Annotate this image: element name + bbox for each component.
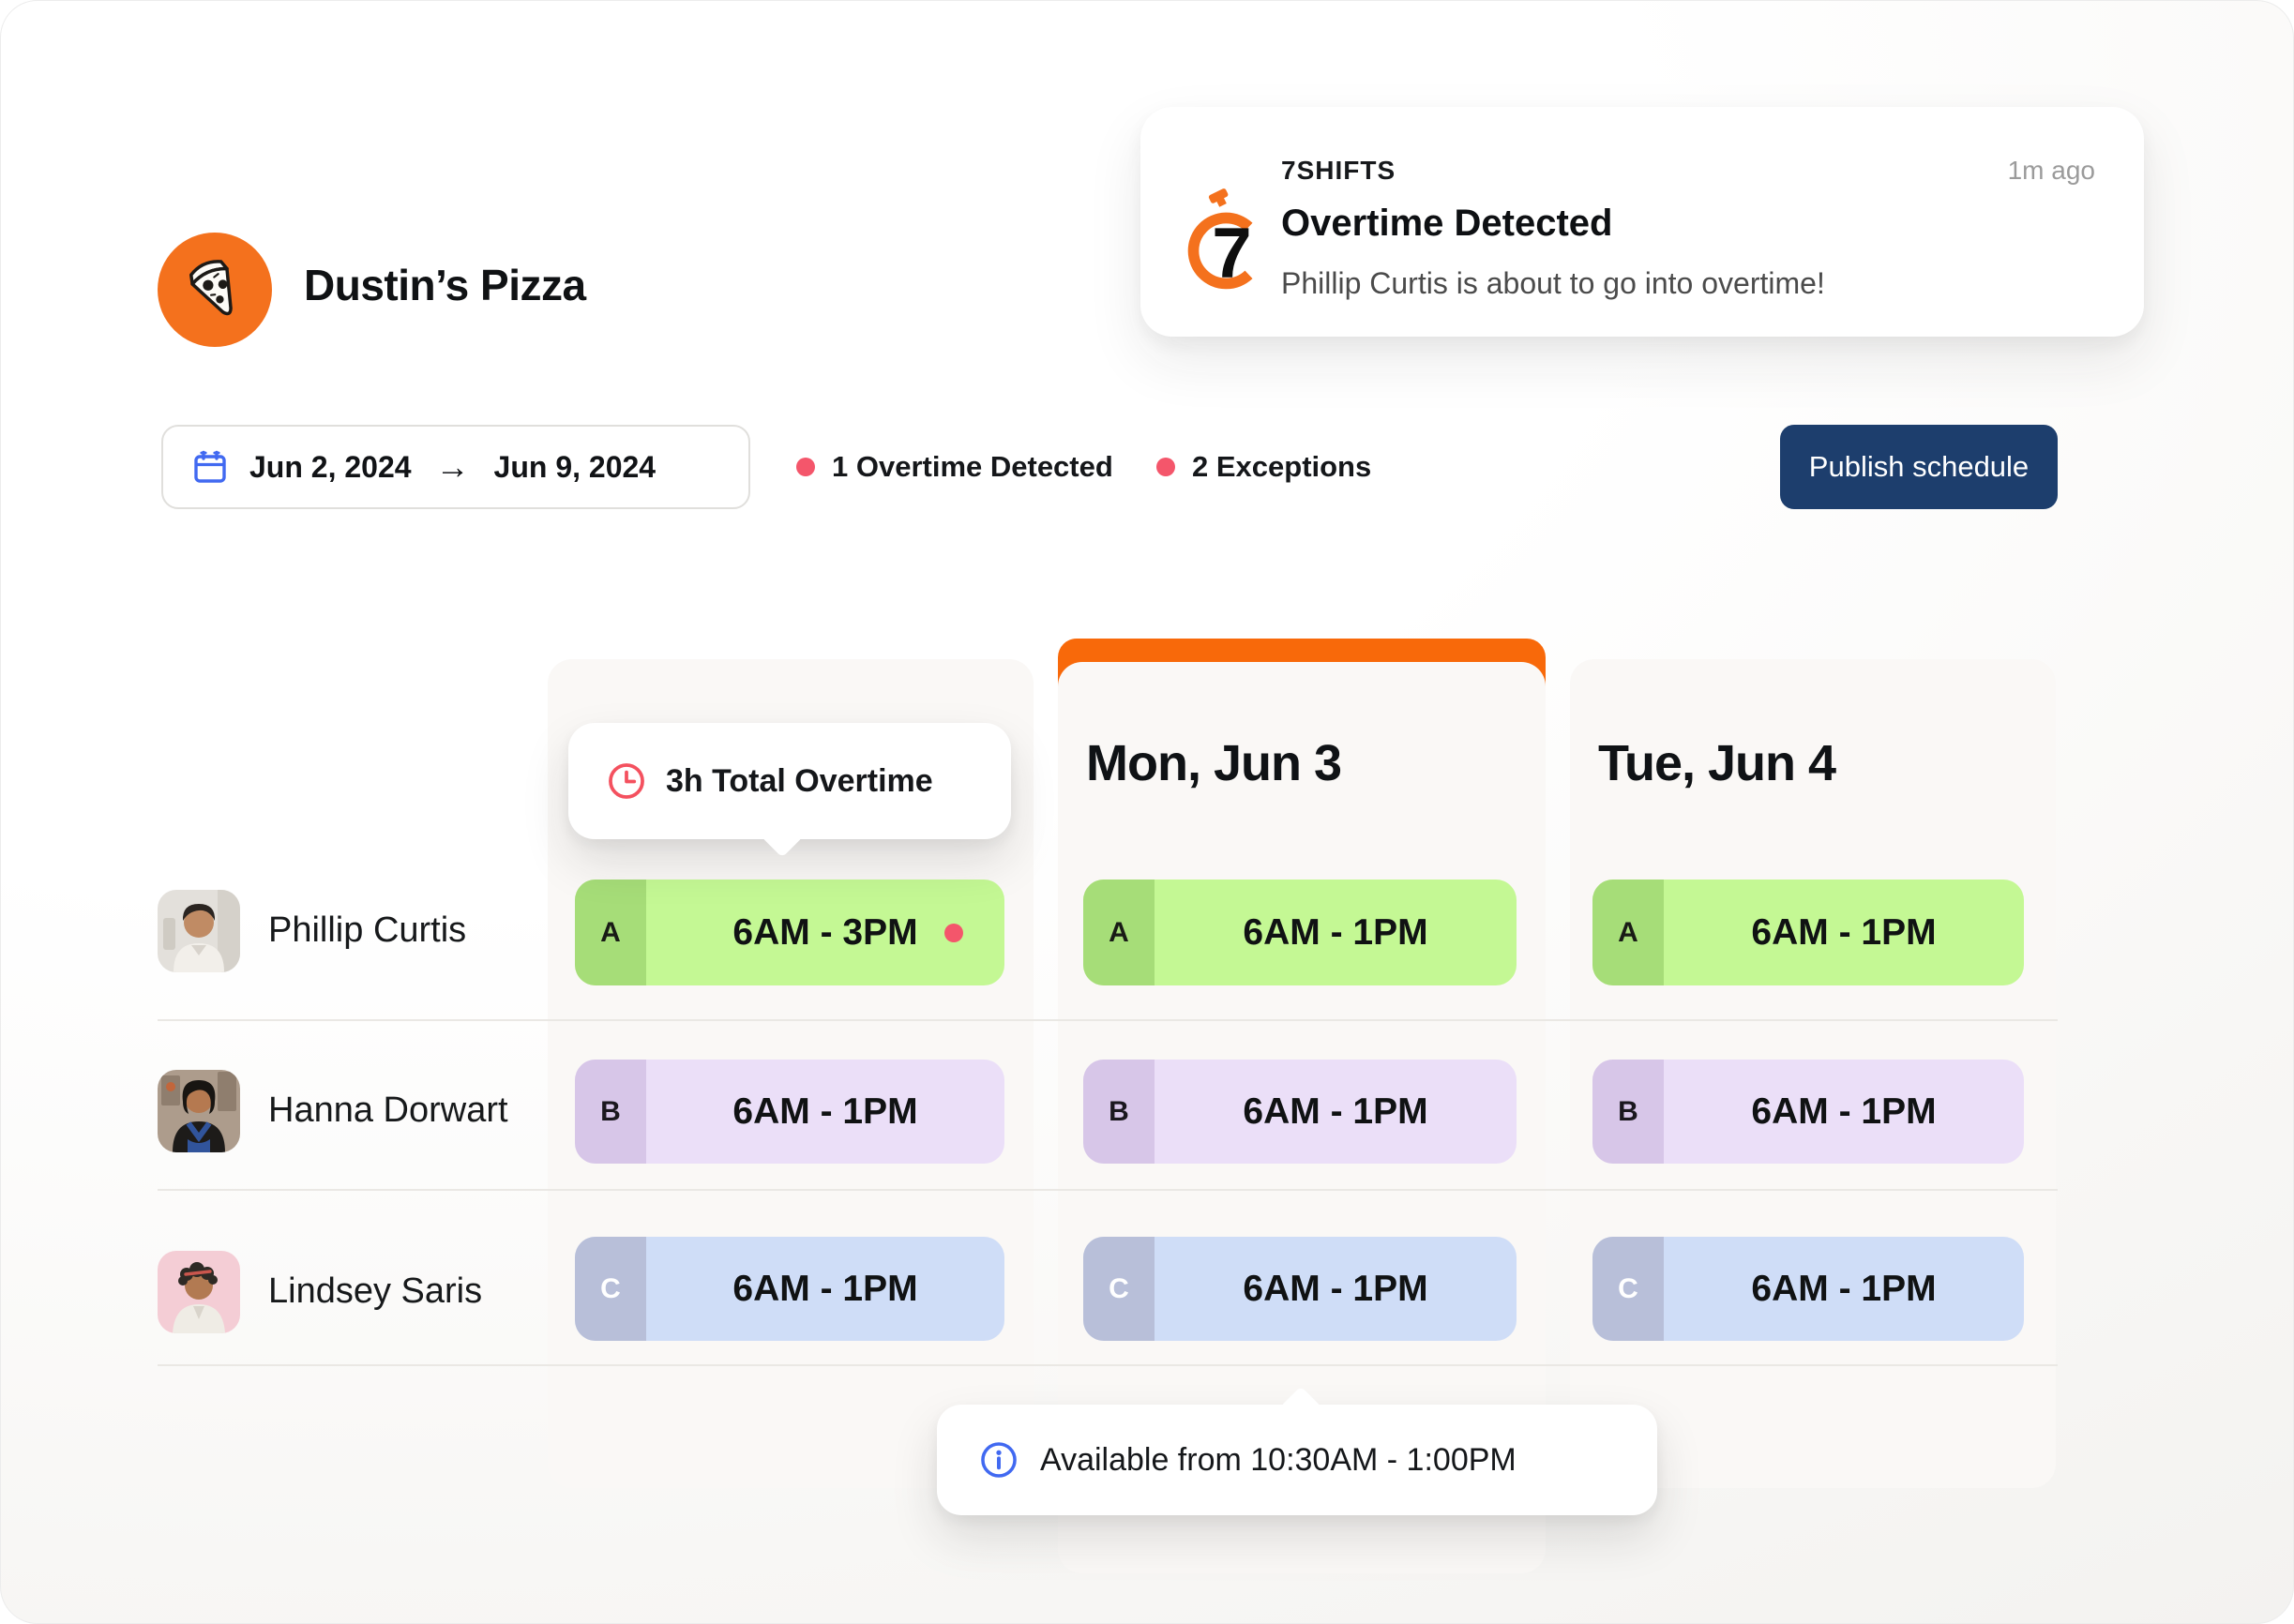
shift-pill[interactable]: B 6AM - 1PM	[1592, 1060, 2024, 1164]
shift-time: 6AM - 1PM	[646, 1060, 1004, 1164]
shift-label: B	[575, 1060, 646, 1164]
overtime-tooltip: 3h Total Overtime	[568, 723, 1011, 839]
overtime-tooltip-text: 3h Total Overtime	[666, 763, 933, 800]
overtime-alert-dot	[944, 924, 963, 942]
arrow-right-icon: →	[436, 447, 470, 487]
row-divider	[158, 1364, 2058, 1366]
avatar	[158, 1070, 240, 1152]
shift-time: 6AM - 1PM	[1664, 1237, 2024, 1341]
calendar-icon	[189, 446, 231, 488]
schedule-page: Dustin’s Pizza 7 7SHIFTS 1m ago Overtime…	[0, 0, 2294, 1624]
shift-pill[interactable]: C 6AM - 1PM	[1592, 1237, 2024, 1341]
shift-pill[interactable]: A 6AM - 1PM	[1592, 880, 2024, 985]
notification-title: Overtime Detected	[1281, 203, 1612, 245]
shift-label: B	[1083, 1060, 1155, 1164]
employee-name: Lindsey Saris	[268, 1271, 482, 1312]
clock-icon	[606, 760, 647, 802]
publish-schedule-label: Publish schedule	[1809, 450, 2029, 484]
date-range-end: Jun 9, 2024	[494, 450, 657, 485]
shift-time: 6AM - 1PM	[1664, 1060, 2024, 1164]
day-header-mon: Mon, Jun 3	[1086, 734, 1341, 792]
row-divider	[158, 1189, 2058, 1191]
shift-time: 6AM - 1PM	[1155, 880, 1517, 985]
red-dot-icon	[1156, 458, 1175, 476]
shift-label: B	[1592, 1060, 1664, 1164]
pizza-icon	[174, 248, 255, 333]
notification-message: Phillip Curtis is about to go into overt…	[1281, 266, 1825, 301]
exceptions-indicator: 2 Exceptions	[1156, 425, 1371, 509]
publish-schedule-button[interactable]: Publish schedule	[1780, 425, 2058, 509]
shift-label: A	[1083, 880, 1155, 985]
availability-tooltip: Available from 10:30AM - 1:00PM	[937, 1405, 1657, 1515]
shift-pill[interactable]: B 6AM - 1PM	[575, 1060, 1004, 1164]
date-range-start: Jun 2, 2024	[249, 450, 412, 485]
notification-timestamp: 1m ago	[2008, 156, 2095, 186]
shift-label: C	[575, 1237, 646, 1341]
employee-name: Phillip Curtis	[268, 910, 466, 951]
overtime-indicator-label: 1 Overtime Detected	[832, 450, 1113, 484]
avatar	[158, 1251, 240, 1333]
shift-pill[interactable]: C 6AM - 1PM	[575, 1237, 1004, 1341]
shift-pill[interactable]: C 6AM - 1PM	[1083, 1237, 1517, 1341]
page-title: Dustin’s Pizza	[304, 260, 586, 310]
shift-label: A	[1592, 880, 1664, 985]
shift-time: 6AM - 1PM	[1155, 1060, 1517, 1164]
svg-text:7: 7	[1212, 214, 1251, 293]
7shifts-stopwatch-icon: 7	[1174, 188, 1274, 298]
employee-name: Hanna Dorwart	[268, 1090, 508, 1131]
day-header-tue: Tue, Jun 4	[1598, 734, 1835, 792]
date-range-picker[interactable]: Jun 2, 2024 → Jun 9, 2024	[161, 425, 750, 509]
notification-toast[interactable]: 7 7SHIFTS 1m ago Overtime Detected Phill…	[1140, 107, 2144, 337]
avatar	[158, 890, 240, 972]
shift-time: 6AM - 1PM	[646, 1237, 1004, 1341]
shift-label: C	[1083, 1237, 1155, 1341]
red-dot-icon	[796, 458, 815, 476]
shift-label: A	[575, 880, 646, 985]
shift-time: 6AM - 1PM	[1155, 1237, 1517, 1341]
shift-pill[interactable]: A 6AM - 3PM	[575, 880, 1004, 985]
row-divider	[158, 1019, 2058, 1021]
restaurant-logo	[158, 233, 272, 347]
shift-pill[interactable]: A 6AM - 1PM	[1083, 880, 1517, 985]
info-icon	[978, 1439, 1019, 1481]
shift-pill[interactable]: B 6AM - 1PM	[1083, 1060, 1517, 1164]
exceptions-indicator-label: 2 Exceptions	[1192, 450, 1371, 484]
overtime-indicator: 1 Overtime Detected	[796, 425, 1113, 509]
shift-time: 6AM - 3PM	[732, 912, 917, 954]
shift-time: 6AM - 1PM	[1664, 880, 2024, 985]
notification-app-name: 7SHIFTS	[1281, 156, 1396, 186]
availability-tooltip-text: Available from 10:30AM - 1:00PM	[1040, 1442, 1517, 1479]
shift-label: C	[1592, 1237, 1664, 1341]
